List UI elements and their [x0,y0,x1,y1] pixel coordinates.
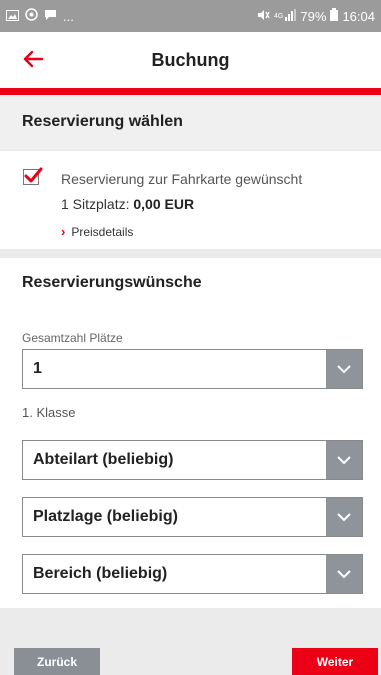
image-icon [6,9,19,24]
seat-price-prefix: 1 Sitzplatz: [61,196,134,212]
mute-icon [257,9,271,24]
reservation-checkbox-label[interactable]: Reservierung zur Fahrkarte gewünscht [61,171,302,187]
seat-position-select-value: Platzlage (beliebig) [33,508,178,525]
chevron-right-icon: › [61,224,66,239]
app-header: Buchung [0,32,381,88]
battery-icon [330,8,339,24]
compartment-select[interactable]: Abteilart (beliebig) [22,440,363,480]
seats-label: Gesamtzahl Plätze [22,331,123,345]
page-title: Buchung [151,50,230,70]
chevron-down-icon [326,350,362,388]
area-select[interactable]: Bereich (beliebig) [22,554,363,594]
chevron-down-icon [326,441,362,479]
clock: 16:04 [342,8,375,24]
battery-percent: 79% [300,8,327,24]
checkmark-icon [24,167,43,183]
back-button[interactable]: Zurück [14,648,100,675]
chat-icon [44,9,57,24]
svg-text:4G: 4G [274,13,283,20]
status-bar-right: 4G 79% 16:04 [257,8,375,24]
compartment-select-value: Abteilart (beliebig) [33,451,174,468]
status-bar-left: ... [6,8,257,24]
seats-select-value: 1 [33,360,42,377]
seat-price-text: 1 Sitzplatz: 0,00 EUR [61,196,194,212]
chevron-down-icon [326,555,362,593]
reservation-wishes-title: Reservierungswünsche [22,274,202,291]
status-bar: ... 4G 79% 16:04 [0,0,381,32]
header-accent-bar [0,88,381,95]
reservation-section-title: Reservierung wählen [22,113,183,130]
target-icon [25,8,38,24]
seat-price-value: 0,00 EUR [133,196,195,212]
seats-select[interactable]: 1 [22,349,363,389]
status-ellipsis: ... [63,8,74,24]
signal-icon: 4G [274,8,297,24]
reservation-checkbox[interactable] [23,167,43,185]
price-details-link[interactable]: › Preisdetails [61,224,133,239]
price-details-label: Preisdetails [71,224,134,239]
class-label: 1. Klasse [22,405,76,420]
next-button[interactable]: Weiter [292,648,378,675]
chevron-down-icon [326,498,362,536]
reservation-section-header: Reservierung wählen [0,95,381,149]
seat-position-select[interactable]: Platzlage (beliebig) [22,497,363,537]
area-select-value: Bereich (beliebig) [33,565,168,582]
